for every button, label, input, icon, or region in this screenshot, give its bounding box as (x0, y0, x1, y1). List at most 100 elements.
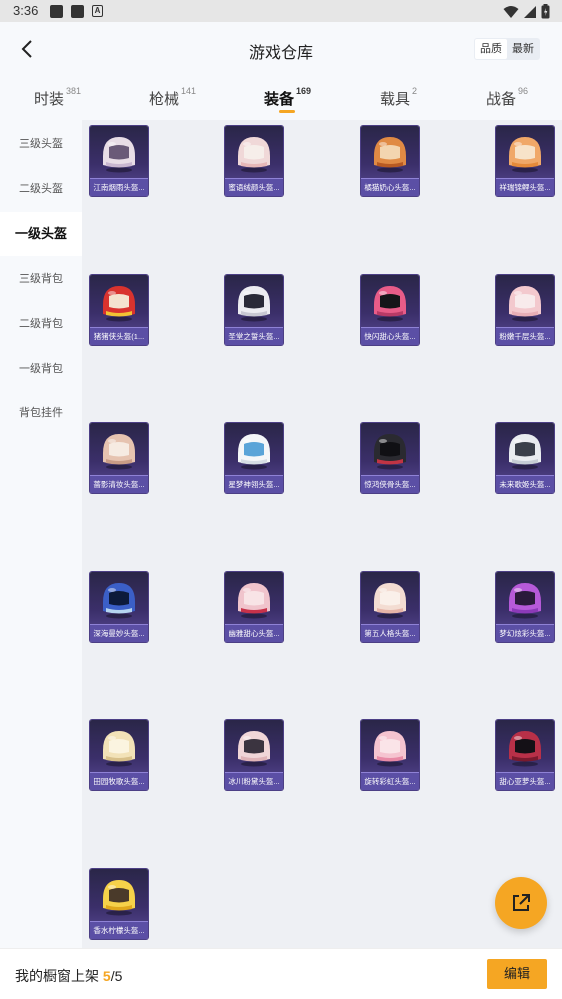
helmet-item-card[interactable]: 蜜语绒颜头盔... (225, 126, 283, 196)
category-tabs: 时装 381 枪械 141 装备 169 载具 2 战备 96 (0, 76, 562, 120)
helmet-icon (103, 434, 135, 470)
tab-fashion[interactable]: 时装 381 (34, 86, 81, 109)
tab-equipment[interactable]: 装备 169 (264, 86, 311, 109)
helmet-icon (509, 731, 541, 767)
helmet-icon (238, 137, 270, 173)
sidebar-item-level1-backpack[interactable]: 一级背包 (0, 347, 82, 391)
helmet-item-name: 江南烟雨头盔... (90, 178, 148, 196)
helmet-item-name: 冰川粉黛头盔... (225, 772, 283, 790)
helmet-icon (509, 286, 541, 322)
tab-label: 装备 (264, 91, 295, 108)
tab-count: 141 (181, 86, 197, 96)
sort-latest-button[interactable]: 最新 (507, 39, 539, 59)
helmet-item-name: 猪猪侠头盔(1... (90, 327, 148, 345)
showcase-footer: 我的橱窗上架 5/5 编辑 (0, 948, 562, 999)
helmet-item-name: 橘猫奶心头盔... (361, 178, 419, 196)
helmet-item-card[interactable]: 甜心亚萝头盔... (496, 720, 554, 790)
helmet-icon (103, 286, 135, 322)
signal-icon (524, 5, 536, 18)
helmet-item-card[interactable]: 梦幻炫彩头盔... (496, 572, 554, 642)
notification-icon (50, 5, 63, 18)
helmet-item-name: 深海曼妙头盔... (90, 624, 148, 642)
helmet-item-name: 未来歌姬头盔... (496, 475, 554, 493)
edit-button[interactable]: 编辑 (487, 959, 547, 989)
helmet-icon (103, 731, 135, 767)
helmet-item-name: 惊鸿侠骨头盔... (361, 475, 419, 493)
helmet-item-card[interactable]: 未来歌姬头盔... (496, 423, 554, 493)
helmet-item-card[interactable]: 冰川粉黛头盔... (225, 720, 283, 790)
helmet-icon (509, 583, 541, 619)
tab-weapons[interactable]: 枪械 141 (149, 86, 197, 109)
helmet-icon (103, 583, 135, 619)
helmet-icon (238, 731, 270, 767)
helmet-item-card[interactable]: 橘猫奶心头盔... (361, 126, 419, 196)
header-bar: 游戏仓库 品质 最新 (0, 22, 562, 76)
sidebar-item-level2-backpack[interactable]: 二级背包 (0, 302, 82, 346)
helmet-item-name: 甜心亚萝头盔... (496, 772, 554, 790)
helmet-item-card[interactable]: 第五人格头盔... (361, 572, 419, 642)
notification-a-icon: A (92, 5, 103, 17)
helmet-item-name: 田园牧歌头盔... (90, 772, 148, 790)
showcase-current-count: 5 (102, 968, 111, 984)
status-bar: 3:36 A (0, 0, 562, 22)
helmet-item-card[interactable]: 星梦神翎头盔... (225, 423, 283, 493)
share-button[interactable] (495, 877, 547, 929)
helmet-icon (374, 583, 406, 619)
helmet-item-name: 星梦神翎头盔... (225, 475, 283, 493)
active-tab-indicator (279, 110, 295, 113)
helmet-item-card[interactable]: 香水柠檬头盔... (90, 869, 148, 939)
sidebar-item-backpack-charm[interactable]: 背包挂件 (0, 391, 82, 435)
helmet-item-card[interactable]: 蔷影清妆头盔... (90, 423, 148, 493)
helmet-icon (238, 583, 270, 619)
helmet-icon (374, 137, 406, 173)
helmet-item-name: 圣堂之誓头盔... (225, 327, 283, 345)
helmet-icon (374, 286, 406, 322)
tab-count: 2 (412, 86, 418, 96)
notification-icon (71, 5, 84, 18)
battery-icon (541, 4, 550, 19)
item-grid: 江南烟雨头盔... 蜜语绒颜头盔... 橘猫奶心头盔... 祥瑞锦鲤头盔... 猪猪侠头… (82, 120, 562, 948)
tab-vehicles[interactable]: 载具 2 (380, 86, 418, 109)
helmet-item-name: 旋转彩虹头盔... (361, 772, 419, 790)
helmet-item-name: 第五人格头盔... (361, 624, 419, 642)
helmet-item-name: 梦幻炫彩头盔... (496, 624, 554, 642)
helmet-item-name: 蜜语绒颜头盔... (225, 178, 283, 196)
helmet-item-card[interactable]: 惊鸿侠骨头盔... (361, 423, 419, 493)
helmet-item-name: 粉嫩千层头盔... (496, 327, 554, 345)
tab-label: 载具 (380, 91, 411, 108)
helmet-icon (374, 731, 406, 767)
helmet-item-card[interactable]: 深海曼妙头盔... (90, 572, 148, 642)
helmet-item-name: 香水柠檬头盔... (90, 921, 148, 939)
tab-label: 枪械 (149, 91, 180, 108)
helmet-item-card[interactable]: 圣堂之誓头盔... (225, 275, 283, 345)
helmet-icon (238, 434, 270, 470)
tab-count: 96 (518, 86, 529, 96)
helmet-item-card[interactable]: 猪猪侠头盔(1... (90, 275, 148, 345)
showcase-label: 我的橱窗上架 (15, 968, 99, 984)
wifi-icon (503, 5, 519, 18)
helmet-item-card[interactable]: 祥瑞锦鲤头盔... (496, 126, 554, 196)
share-icon (513, 894, 530, 911)
helmet-item-name: 快闪甜心头盔... (361, 327, 419, 345)
sidebar-item-level3-backpack[interactable]: 三级背包 (0, 257, 82, 301)
sidebar-item-level2-helmet[interactable]: 二级头盔 (0, 167, 82, 211)
helmet-item-card[interactable]: 旋转彩虹头盔... (361, 720, 419, 790)
sidebar-item-level1-helmet[interactable]: 一级头盔 (0, 212, 82, 256)
helmet-item-card[interactable]: 幽雅甜心头盔... (225, 572, 283, 642)
sort-quality-button[interactable]: 品质 (475, 39, 507, 59)
helmet-item-card[interactable]: 江南烟雨头盔... (90, 126, 148, 196)
sidebar-item-level3-helmet[interactable]: 三级头盔 (0, 122, 82, 166)
helmet-icon (509, 434, 541, 470)
helmet-item-name: 祥瑞锦鲤头盔... (496, 178, 554, 196)
helmet-item-card[interactable]: 田园牧歌头盔... (90, 720, 148, 790)
helmet-icon (238, 286, 270, 322)
helmet-icon (103, 880, 135, 916)
helmet-item-card[interactable]: 快闪甜心头盔... (361, 275, 419, 345)
tab-label: 战备 (486, 91, 517, 108)
helmet-item-name: 蔷影清妆头盔... (90, 475, 148, 493)
showcase-total-count: /5 (110, 968, 123, 984)
status-icons (503, 4, 550, 19)
helmet-item-card[interactable]: 粉嫩千层头盔... (496, 275, 554, 345)
tab-supplies[interactable]: 战备 96 (486, 86, 529, 109)
status-time: 3:36 (13, 3, 39, 18)
